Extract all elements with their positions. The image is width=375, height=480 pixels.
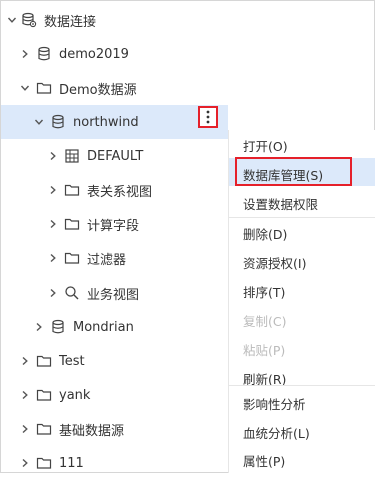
folder-icon <box>36 421 52 437</box>
menu-item-lineage-analysis[interactable]: 血统分析(L) <box>243 417 310 447</box>
tree-item-label: 过滤器 <box>87 252 127 268</box>
chevron-right-icon[interactable] <box>48 219 58 229</box>
menu-item-impact-analysis[interactable]: 影响性分析 <box>243 388 306 418</box>
search-icon <box>64 285 80 301</box>
tree-item-label: 业务视图 <box>87 287 140 303</box>
tree-item-label: Demo数据源 <box>59 82 137 98</box>
chevron-right-icon[interactable] <box>20 356 30 366</box>
chevron-right-icon[interactable] <box>48 253 58 263</box>
tree-item-demo-datasource[interactable]: Demo数据源 <box>1 71 228 105</box>
tree-root[interactable]: 数据连接 <box>1 3 228 37</box>
database-icon <box>50 114 66 130</box>
folder-icon <box>36 353 52 369</box>
chevron-right-icon[interactable] <box>20 458 30 468</box>
tree-item-label: 基础数据源 <box>59 423 125 439</box>
menu-item-paste[interactable]: 粘贴(P) <box>243 334 285 364</box>
tree-item-label: northwind <box>73 114 139 130</box>
tree-item-label: Mondrian <box>73 319 134 335</box>
chevron-right-icon[interactable] <box>48 288 58 298</box>
more-options-button[interactable] <box>198 106 218 128</box>
database-icon <box>50 319 66 335</box>
database-connection-icon <box>21 12 37 28</box>
chevron-down-icon[interactable] <box>7 15 17 25</box>
menu-item-copy[interactable]: 复制(C) <box>243 305 286 335</box>
menu-item-open[interactable]: 打开(O) <box>243 130 288 160</box>
tree-item-111[interactable]: 111 <box>1 446 228 480</box>
tree-item-demo2019[interactable]: demo2019 <box>1 37 228 71</box>
table-grid-icon <box>64 148 80 164</box>
folder-icon <box>64 216 80 232</box>
chevron-right-icon[interactable] <box>20 390 30 400</box>
chevron-down-icon[interactable] <box>34 117 44 127</box>
chevron-right-icon[interactable] <box>20 424 30 434</box>
tree-item-label: Test <box>59 353 85 369</box>
menu-item-resource-authorization[interactable]: 资源授权(I) <box>243 247 306 277</box>
tree-item-label: 计算字段 <box>87 218 140 234</box>
menu-item-delete[interactable]: 删除(D) <box>243 218 287 248</box>
menu-separator <box>229 385 375 386</box>
tree-item-label: 表关系视图 <box>87 184 153 200</box>
tree-item-label: 111 <box>59 455 84 471</box>
chevron-right-icon[interactable] <box>48 185 58 195</box>
tree-item-label: 数据连接 <box>44 14 97 30</box>
database-icon <box>36 46 52 62</box>
menu-item-set-data-permissions[interactable]: 设置数据权限 <box>243 188 318 218</box>
menu-item-sort[interactable]: 排序(T) <box>243 276 285 306</box>
chevron-right-icon[interactable] <box>20 49 30 59</box>
tree-item-northwind[interactable]: northwind <box>1 105 228 139</box>
menu-item-properties[interactable]: 属性(P) <box>243 445 285 475</box>
folder-icon <box>36 387 52 403</box>
context-menu: 打开(O) 数据库管理(S) 设置数据权限 删除(D) 资源授权(I) 排序(T… <box>228 130 375 473</box>
tree-item-label: yank <box>59 387 91 403</box>
tree-item-yank[interactable]: yank <box>1 378 228 412</box>
callout-highlight-box <box>235 157 352 186</box>
folder-icon <box>64 182 80 198</box>
tree-item-default[interactable]: DEFAULT <box>1 139 228 173</box>
folder-icon <box>36 455 52 471</box>
tree-item-filters[interactable]: 过滤器 <box>1 241 228 275</box>
tree-item-business-view[interactable]: 业务视图 <box>1 276 228 310</box>
tree-item-label: DEFAULT <box>87 148 144 164</box>
tree-item-test[interactable]: Test <box>1 344 228 378</box>
more-vertical-icon <box>206 110 210 124</box>
tree-item-calculated-fields[interactable]: 计算字段 <box>1 207 228 241</box>
resource-tree: 数据连接 demo2019 Demo数据源 northwind DEFAULT … <box>1 1 228 472</box>
folder-icon <box>64 250 80 266</box>
tree-item-basic-datasource[interactable]: 基础数据源 <box>1 412 228 446</box>
chevron-right-icon[interactable] <box>48 151 58 161</box>
chevron-right-icon[interactable] <box>34 322 44 332</box>
tree-item-label: demo2019 <box>59 46 129 62</box>
tree-item-table-relation-view[interactable]: 表关系视图 <box>1 173 228 207</box>
chevron-down-icon[interactable] <box>20 83 30 93</box>
folder-icon <box>36 80 52 96</box>
tree-item-mondrian[interactable]: Mondrian <box>1 310 228 344</box>
